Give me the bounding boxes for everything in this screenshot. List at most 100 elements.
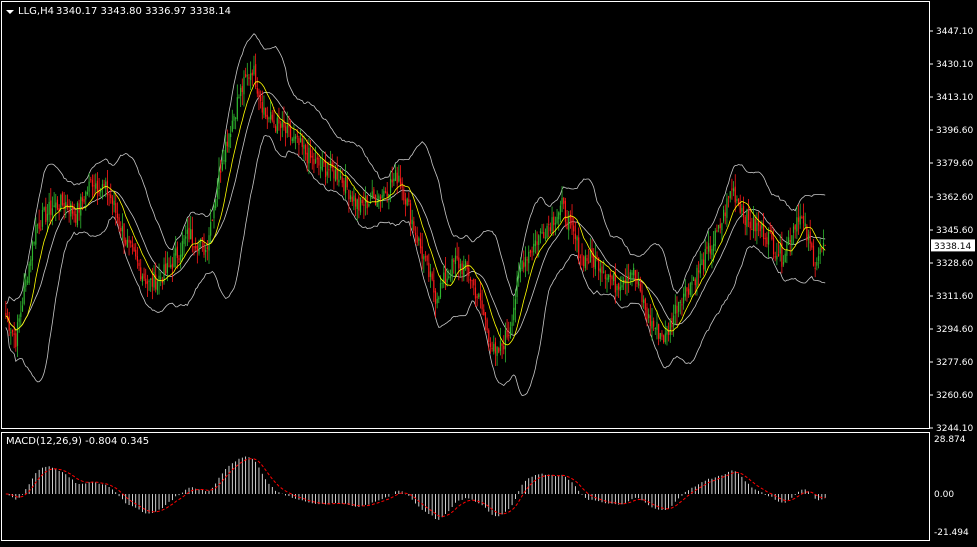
candle-body bbox=[245, 74, 247, 78]
candle-body bbox=[250, 73, 252, 81]
candle-body bbox=[578, 237, 580, 259]
candle-body bbox=[706, 246, 708, 249]
candle-body bbox=[238, 97, 240, 99]
candle-body bbox=[629, 272, 631, 279]
candle-body bbox=[579, 256, 581, 258]
candle-body bbox=[110, 194, 112, 199]
candle-body bbox=[541, 232, 543, 234]
candle-body bbox=[448, 276, 450, 279]
candle-body bbox=[494, 342, 497, 354]
candle-body bbox=[599, 268, 601, 273]
candle-body bbox=[263, 107, 265, 115]
candle-body bbox=[656, 322, 658, 330]
candle-body bbox=[61, 193, 64, 205]
candle-body bbox=[116, 213, 118, 218]
candle-body bbox=[714, 230, 716, 247]
dropdown-arrow-icon[interactable] bbox=[6, 10, 14, 14]
candle-body bbox=[168, 265, 170, 267]
candle-body bbox=[376, 202, 378, 207]
candle-body bbox=[298, 138, 300, 146]
candle-body bbox=[794, 224, 796, 230]
candle-body bbox=[41, 209, 44, 227]
candle-body bbox=[353, 195, 355, 202]
candle-body bbox=[544, 237, 546, 239]
candle-body bbox=[671, 318, 673, 328]
candle-body bbox=[236, 97, 238, 120]
candle-body bbox=[511, 322, 513, 327]
candle-body bbox=[744, 216, 746, 226]
macd-tick-label: 0.00 bbox=[934, 490, 954, 500]
candle-body bbox=[83, 199, 85, 203]
candle-body bbox=[518, 272, 520, 278]
candle-body bbox=[458, 257, 460, 269]
candle-body bbox=[459, 263, 462, 270]
candle-body bbox=[103, 183, 105, 187]
candle-body bbox=[341, 177, 343, 183]
candle-body bbox=[240, 87, 242, 97]
candle-body bbox=[221, 162, 223, 171]
candle-body bbox=[703, 259, 705, 270]
candle-body bbox=[779, 245, 781, 254]
candle-body bbox=[486, 319, 488, 331]
candle-body bbox=[608, 275, 610, 280]
candle-body bbox=[441, 282, 443, 284]
candle-body bbox=[43, 207, 45, 211]
candle-body bbox=[536, 241, 538, 245]
candle-body bbox=[399, 178, 402, 186]
candle-body bbox=[429, 271, 432, 277]
candle-body bbox=[408, 199, 410, 202]
candle-body bbox=[704, 248, 706, 272]
candle-body bbox=[171, 263, 173, 270]
candle-body bbox=[106, 180, 108, 196]
candle-body bbox=[81, 197, 84, 202]
candle-body bbox=[684, 285, 686, 297]
candle-body bbox=[782, 262, 785, 265]
price-tick-label: 3311.60 bbox=[936, 292, 973, 302]
candle-body bbox=[626, 276, 628, 284]
candle-body bbox=[290, 125, 292, 139]
candle-body bbox=[543, 232, 545, 238]
candle-body bbox=[708, 243, 710, 252]
candle-body bbox=[146, 281, 148, 284]
macd-panel-frame bbox=[1, 432, 930, 541]
candle-body bbox=[787, 237, 790, 245]
candle-body bbox=[16, 322, 19, 346]
candle-body bbox=[644, 298, 646, 311]
candle-body bbox=[603, 271, 605, 273]
candle-body bbox=[255, 64, 257, 88]
candle-body bbox=[185, 236, 187, 239]
candle-body bbox=[774, 256, 776, 258]
candle-body bbox=[60, 194, 62, 209]
candle-body bbox=[383, 191, 385, 197]
candle-body bbox=[151, 277, 153, 287]
candle-body bbox=[789, 239, 791, 243]
candle-body bbox=[509, 327, 512, 338]
candle-body bbox=[318, 157, 320, 166]
candle-body bbox=[346, 176, 348, 188]
candle-body bbox=[558, 212, 560, 220]
candle-body bbox=[105, 181, 107, 189]
candle-body bbox=[215, 198, 217, 209]
chart-canvas[interactable]: 3447.10 3430.10 3413.10 3396.60 3379.60 3362.… bbox=[0, 0, 977, 543]
candle-body bbox=[639, 284, 641, 291]
candle-body bbox=[53, 205, 55, 208]
price-tick-label: 3362.60 bbox=[936, 193, 973, 203]
candle-body bbox=[216, 188, 218, 198]
candle-body bbox=[756, 222, 758, 232]
candle-body bbox=[681, 304, 683, 306]
candle-body bbox=[796, 217, 798, 232]
candle-body bbox=[698, 270, 700, 273]
candle-body bbox=[659, 333, 661, 340]
candle-body bbox=[349, 195, 352, 200]
candle-body bbox=[464, 260, 467, 267]
candle-body bbox=[96, 180, 99, 192]
candle-body bbox=[88, 181, 90, 192]
candle-body bbox=[178, 258, 180, 260]
candle-body bbox=[108, 194, 110, 196]
candle-body bbox=[481, 300, 483, 310]
candle-body bbox=[208, 235, 210, 251]
candle-body bbox=[559, 205, 561, 216]
candle-body bbox=[683, 293, 685, 304]
candle-body bbox=[651, 321, 653, 329]
price-axis: 3447.10 3430.10 3413.10 3396.60 3379.60 3362.… bbox=[929, 27, 975, 538]
